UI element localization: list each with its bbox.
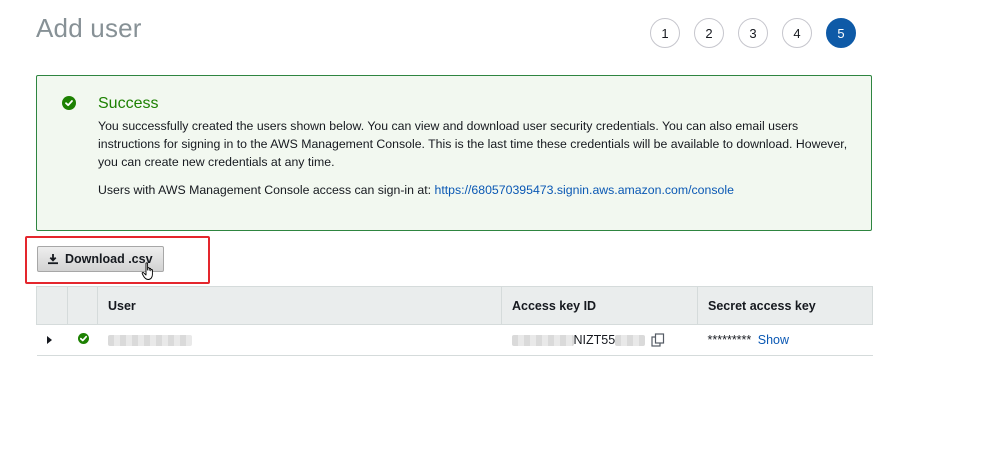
redacted-access-key-prefix <box>511 334 574 346</box>
signin-url-link[interactable]: https://680570395473.signin.aws.amazon.c… <box>435 183 734 197</box>
user-column-header[interactable]: User <box>97 286 502 325</box>
success-check-icon <box>77 333 89 344</box>
download-csv-label: Download .csv <box>65 252 153 266</box>
success-title: Success <box>98 95 159 112</box>
access-key-cell: NIZT55 <box>501 324 698 356</box>
status-cell <box>67 324 98 356</box>
step-5[interactable]: 5 <box>826 18 856 48</box>
hand-cursor-icon <box>141 262 157 286</box>
page-title: Add user <box>36 13 142 43</box>
access-key-fragment: NIZT55 <box>573 333 616 347</box>
redacted-username <box>107 335 192 347</box>
expand-cell[interactable] <box>36 324 68 356</box>
secret-key-column-header[interactable]: Secret access key <box>697 286 873 325</box>
wizard-steps: 1 2 3 4 5 <box>650 18 870 48</box>
table-header-row: User Access key ID Secret access key <box>36 286 873 325</box>
step-2[interactable]: 2 <box>694 18 724 48</box>
download-icon <box>47 253 59 265</box>
success-alert: Success You successfully created the use… <box>36 75 872 231</box>
signin-prefix: Users with AWS Management Console access… <box>98 183 435 197</box>
expand-column-header <box>36 286 68 325</box>
status-column-header <box>67 286 98 325</box>
step-4[interactable]: 4 <box>782 18 812 48</box>
show-secret-link[interactable]: Show <box>758 333 789 347</box>
copy-icon[interactable] <box>651 333 665 347</box>
access-key-column-header[interactable]: Access key ID <box>501 286 698 325</box>
secret-key-masked: ********* <box>707 333 752 347</box>
expand-row-icon[interactable] <box>46 336 52 344</box>
secret-key-cell: ********* Show <box>697 324 873 356</box>
redacted-access-key-suffix <box>615 334 646 346</box>
success-message: You successfully created the users shown… <box>98 119 848 169</box>
signin-info: Users with AWS Management Console access… <box>98 183 734 197</box>
credentials-table: User Access key ID Secret access key NIZ… <box>36 286 873 356</box>
step-1[interactable]: 1 <box>650 18 680 48</box>
user-cell <box>97 324 502 356</box>
check-circle-icon <box>62 96 76 110</box>
table-row: NIZT55 ********* Show <box>36 324 873 356</box>
step-3[interactable]: 3 <box>738 18 768 48</box>
